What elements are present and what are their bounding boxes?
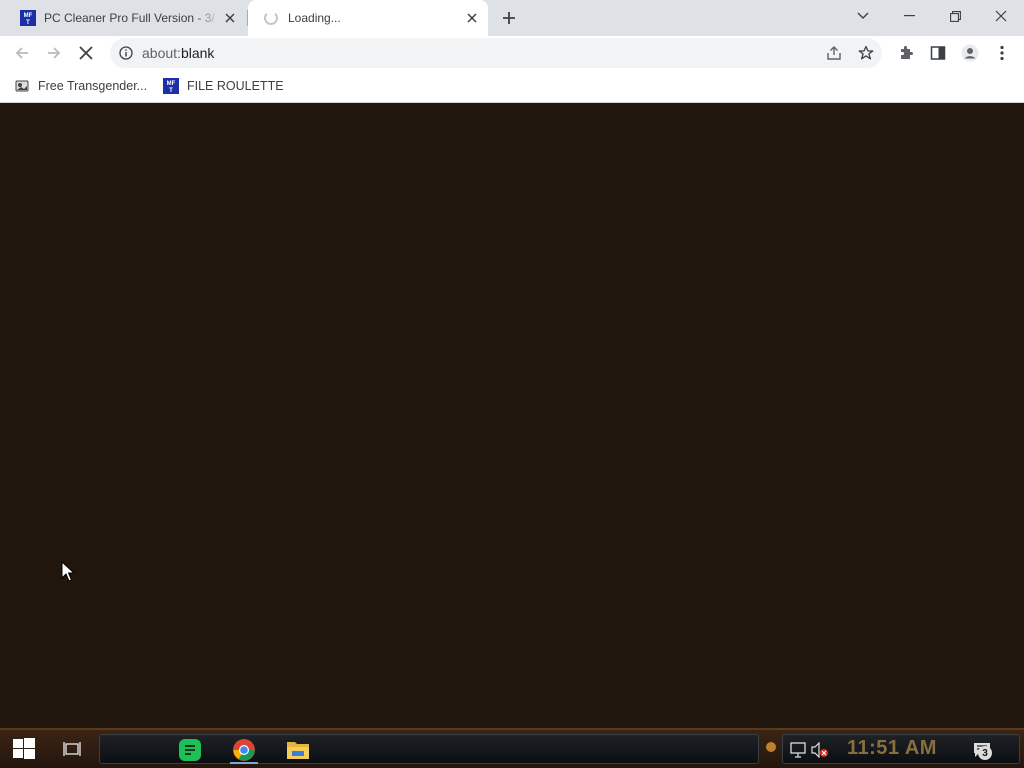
network-icon[interactable] (789, 741, 807, 759)
url-scheme: about: (142, 45, 181, 61)
svg-text:T: T (26, 20, 30, 26)
browser-toolbar: about:blank (0, 36, 1024, 70)
back-button[interactable] (8, 39, 36, 67)
minimize-button[interactable] (886, 0, 932, 32)
start-button[interactable] (0, 730, 48, 768)
plus-icon (503, 12, 515, 24)
taskbar-apps (99, 734, 759, 764)
address-bar[interactable]: about:blank (110, 38, 882, 68)
mft-logo-icon: MF T (20, 10, 36, 26)
svg-text:T: T (169, 88, 173, 94)
restore-icon (949, 10, 961, 22)
webpage-icon (15, 80, 29, 92)
stop-loading-button[interactable] (72, 39, 100, 67)
taskbar-app-chrome[interactable] (220, 735, 268, 765)
tab-search-button[interactable] (840, 0, 886, 32)
notification-count-badge: 3 (978, 746, 992, 760)
taskbar-app-file-explorer[interactable] (274, 735, 322, 765)
windows-logo-icon (13, 738, 35, 759)
task-view-icon (63, 742, 81, 756)
close-icon (995, 10, 1007, 22)
taskbar-clock[interactable]: 11:51 AM (847, 737, 937, 760)
restore-button[interactable] (932, 0, 978, 32)
puzzle-icon (901, 46, 913, 59)
mft-logo-icon: MFT (163, 78, 179, 94)
taskbar: 11:51 AM (0, 728, 1024, 768)
bookmarks-bar: Free Transgender... MF T FILE ROULETTE (0, 70, 1024, 103)
tab-title: PC Cleaner Pro Full Version - 3/ (44, 11, 215, 25)
bookmark-item[interactable]: MF T FILE ROULETTE (163, 76, 284, 96)
chrome-icon (233, 739, 255, 761)
url-text[interactable]: about:blank (142, 45, 214, 61)
page-content (0, 104, 1024, 728)
task-view-button[interactable] (56, 730, 88, 768)
avatar-icon (961, 44, 979, 62)
forward-button[interactable] (40, 39, 68, 67)
forward-arrow-icon (48, 47, 61, 59)
back-arrow-icon (15, 47, 28, 59)
kebab-menu-icon (1000, 45, 1004, 61)
folder-icon (287, 742, 309, 759)
chat-icon (179, 739, 201, 761)
share-icon (827, 46, 841, 60)
star-icon (858, 45, 874, 60)
bookmark-star-button[interactable] (852, 39, 880, 67)
extensions-button[interactable] (892, 39, 920, 67)
stop-icon (79, 46, 93, 60)
menu-button[interactable] (988, 39, 1016, 67)
volume-muted-icon[interactable] (811, 741, 829, 759)
info-icon[interactable] (118, 45, 134, 61)
svg-text:MF: MF (167, 81, 176, 87)
bookmark-label: Free Transgender... (38, 79, 148, 93)
bookmark-item[interactable]: Free Transgender... (14, 76, 147, 96)
tab-title: Loading... (288, 11, 341, 25)
side-panel-icon (930, 46, 946, 60)
tab-strip: MF T PC Cleaner Pro Full Version - 3/ Lo… (0, 0, 1024, 36)
loading-spinner-icon (264, 11, 278, 25)
svg-text:MF: MF (24, 13, 33, 19)
mouse-cursor-icon (61, 561, 75, 582)
tab-close-icon[interactable] (462, 8, 482, 28)
tab-pc-cleaner[interactable]: MF T PC Cleaner Pro Full Version - 3/ (8, 0, 246, 36)
side-panel-button[interactable] (924, 39, 952, 67)
close-window-button[interactable] (978, 0, 1024, 32)
tray-overflow-icon[interactable] (766, 742, 776, 752)
chevron-down-icon (857, 12, 869, 19)
new-tab-button[interactable] (497, 6, 521, 30)
tab-loading[interactable]: Loading... (248, 0, 488, 36)
bookmark-label: FILE ROULETTE (187, 79, 284, 93)
minimize-icon (903, 15, 915, 17)
tab-close-icon[interactable] (220, 8, 240, 28)
profile-button[interactable] (956, 39, 984, 67)
taskbar-app-chat[interactable] (166, 735, 214, 765)
url-rest: blank (180, 45, 215, 61)
share-button[interactable] (820, 39, 848, 67)
